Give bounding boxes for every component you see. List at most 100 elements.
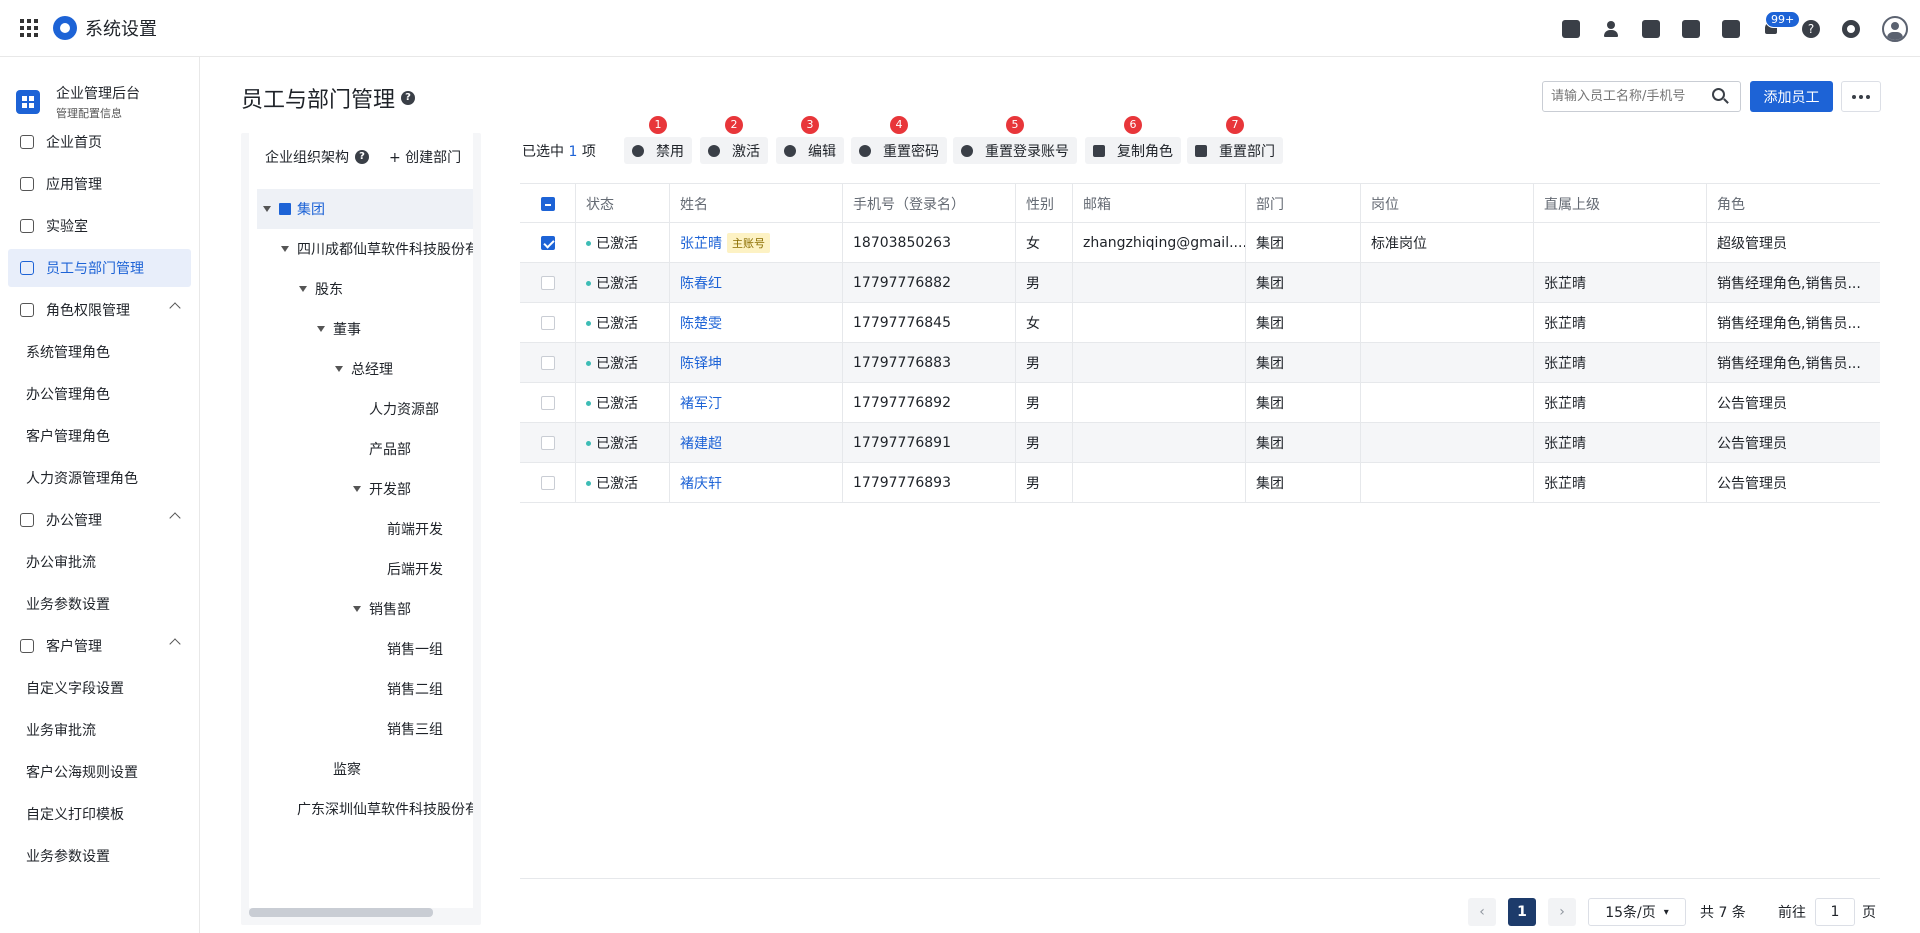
prev-page-button[interactable]: ‹ bbox=[1468, 898, 1496, 926]
column-header[interactable]: 手机号（登录名） bbox=[843, 184, 1016, 224]
page-number-current[interactable]: 1 bbox=[1508, 898, 1536, 926]
gear-icon[interactable] bbox=[1842, 19, 1860, 38]
tree-node[interactable]: 销售一组 bbox=[257, 629, 473, 669]
caret-down-icon[interactable] bbox=[353, 486, 361, 492]
caret-down-icon[interactable] bbox=[317, 326, 325, 332]
table-row[interactable]: 已激活 陈楚雯 17797776845 女 集团 张芷晴 销售经理角色,销售员... bbox=[520, 303, 1880, 343]
toolbar-button[interactable]: 重置部门 bbox=[1187, 137, 1283, 164]
more-button[interactable] bbox=[1841, 81, 1881, 112]
toolbar-button[interactable]: 禁用 bbox=[624, 137, 692, 164]
row-checkbox[interactable] bbox=[540, 236, 555, 250]
name-text[interactable]: 张芷晴 bbox=[680, 233, 722, 253]
table-row[interactable]: 已激活 张芷晴 主账号 18703850263 女 zhangzhiqing@gmail.… bbox=[520, 223, 1880, 263]
create-department-button[interactable]: + 创建部门 bbox=[389, 147, 497, 167]
cell-name[interactable]: 褚庆轩 bbox=[670, 463, 843, 503]
tree-node[interactable]: 股东 bbox=[257, 269, 473, 309]
task-icon[interactable] bbox=[1562, 19, 1580, 38]
page-size-select[interactable]: 15条/页 ▾ bbox=[1588, 898, 1686, 926]
table-row[interactable]: 已激活 褚军汀 17797776892 男 集团 张芷晴 公告管理员 bbox=[520, 383, 1880, 423]
row-checkbox[interactable] bbox=[540, 356, 555, 370]
document-icon[interactable] bbox=[1642, 19, 1660, 38]
caret-down-icon[interactable] bbox=[299, 286, 307, 292]
name-text[interactable]: 陈铎坤 bbox=[680, 353, 722, 373]
tree-node[interactable]: 开发部 bbox=[257, 469, 473, 509]
cell-name[interactable]: 陈春红 bbox=[670, 263, 843, 303]
row-checkbox[interactable] bbox=[540, 316, 555, 330]
sidebar-group[interactable]: 客户管理 bbox=[8, 627, 191, 665]
sidebar-subitem[interactable]: 办公管理角色 bbox=[8, 375, 191, 413]
name-text[interactable]: 褚军汀 bbox=[680, 393, 722, 413]
sidebar-group[interactable]: 办公管理 bbox=[8, 501, 191, 539]
select-all-checkbox[interactable] bbox=[540, 197, 555, 211]
table-row[interactable]: 已激活 褚庆轩 17797776893 男 集团 张芷晴 公告管理员 bbox=[520, 463, 1880, 503]
help-icon[interactable]: ? bbox=[355, 150, 369, 164]
column-header[interactable]: 邮箱 bbox=[1073, 184, 1246, 224]
name-text[interactable]: 陈春红 bbox=[680, 273, 722, 293]
column-header[interactable]: 部门 bbox=[1246, 184, 1361, 224]
next-page-button[interactable]: › bbox=[1548, 898, 1576, 926]
sidebar-subitem[interactable]: 系统管理角色 bbox=[8, 333, 191, 371]
tree-node[interactable]: 销售二组 bbox=[257, 669, 473, 709]
cell-name[interactable]: 褚军汀 bbox=[670, 383, 843, 423]
tree-node[interactable]: 后端开发 bbox=[257, 549, 473, 589]
search-input[interactable] bbox=[1542, 81, 1741, 112]
contacts-icon[interactable] bbox=[1602, 20, 1620, 38]
toolbar-button[interactable]: 重置密码 bbox=[851, 137, 947, 164]
table-row[interactable]: 已激活 褚建超 17797776891 男 集团 张芷晴 公告管理员 bbox=[520, 423, 1880, 463]
sidebar-subitem[interactable]: 业务审批流 bbox=[8, 711, 191, 749]
caret-down-icon[interactable] bbox=[335, 366, 343, 372]
avatar[interactable] bbox=[1882, 15, 1908, 42]
add-employee-button[interactable]: 添加员工 bbox=[1750, 81, 1833, 112]
column-header[interactable]: 状态 bbox=[576, 184, 670, 224]
name-text[interactable]: 褚庆轩 bbox=[680, 473, 722, 493]
tree-node[interactable]: 销售部 bbox=[257, 589, 473, 629]
tree-node[interactable]: 人力资源部 bbox=[257, 389, 473, 429]
row-checkbox[interactable] bbox=[540, 436, 555, 450]
column-header[interactable]: 岗位 bbox=[1361, 184, 1534, 224]
cell-name[interactable]: 张芷晴 主账号 bbox=[670, 223, 843, 263]
sidebar-subitem[interactable]: 自定义打印模板 bbox=[8, 795, 191, 833]
sidebar-subitem[interactable]: 人力资源管理角色 bbox=[8, 459, 191, 497]
tree-node[interactable]: 四川成都仙草软件科技股份有 bbox=[257, 229, 473, 269]
tree-node[interactable]: 董事 bbox=[257, 309, 473, 349]
toolbar-button[interactable]: 复制角色 bbox=[1085, 137, 1181, 164]
tree-node[interactable]: 销售三组 bbox=[257, 709, 473, 749]
sidebar-item[interactable]: 企业首页 bbox=[8, 123, 191, 161]
table-row[interactable]: 已激活 陈春红 17797776882 男 集团 张芷晴 销售经理角色,销售员... bbox=[520, 263, 1880, 303]
phone-icon[interactable] bbox=[1682, 19, 1700, 38]
goto-page-input[interactable]: 1 bbox=[1815, 898, 1855, 926]
name-text[interactable]: 褚建超 bbox=[680, 433, 722, 453]
toolbar-button[interactable]: 重置登录账号 bbox=[953, 137, 1077, 164]
tree-node[interactable]: 前端开发 bbox=[257, 509, 473, 549]
row-checkbox[interactable] bbox=[540, 476, 555, 490]
toolbar-button[interactable]: 编辑 bbox=[776, 137, 844, 164]
cell-name[interactable]: 褚建超 bbox=[670, 423, 843, 463]
sidebar-group[interactable]: 角色权限管理 bbox=[8, 291, 191, 329]
sidebar-subitem[interactable]: 客户公海规则设置 bbox=[8, 753, 191, 791]
sidebar-item[interactable]: 实验室 bbox=[8, 207, 191, 245]
sidebar-subitem[interactable]: 业务参数设置 bbox=[8, 837, 191, 875]
tree-node[interactable]: 广东深圳仙草软件科技股份有 bbox=[257, 789, 473, 829]
search-icon[interactable] bbox=[1712, 88, 1725, 101]
bell-icon[interactable]: 99+ bbox=[1762, 10, 1801, 38]
sidebar-subitem[interactable]: 自定义字段设置 bbox=[8, 669, 191, 707]
sidebar-subitem[interactable]: 客户管理角色 bbox=[8, 417, 191, 455]
help-icon[interactable]: ? bbox=[1802, 19, 1820, 38]
row-checkbox[interactable] bbox=[540, 396, 555, 410]
sidebar-subitem[interactable]: 办公审批流 bbox=[8, 543, 191, 581]
caret-down-icon[interactable] bbox=[281, 246, 289, 252]
app-grid-icon[interactable] bbox=[20, 19, 38, 37]
column-header[interactable]: 性别 bbox=[1016, 184, 1073, 224]
tree-node[interactable]: 监察 bbox=[257, 749, 473, 789]
tree-node[interactable]: 产品部 bbox=[257, 429, 473, 469]
sidebar-item[interactable]: 员工与部门管理 bbox=[8, 249, 191, 287]
column-header[interactable]: 姓名 bbox=[670, 184, 843, 224]
toolbar-button[interactable]: 激活 bbox=[700, 137, 768, 164]
help-icon[interactable]: ? bbox=[401, 91, 416, 105]
table-row[interactable]: 已激活 陈铎坤 17797776883 男 集团 张芷晴 销售经理角色,销售员... bbox=[520, 343, 1880, 383]
column-header[interactable]: 角色 bbox=[1707, 184, 1880, 224]
cell-name[interactable]: 陈楚雯 bbox=[670, 303, 843, 343]
name-text[interactable]: 陈楚雯 bbox=[680, 313, 722, 333]
sidebar-item[interactable]: 应用管理 bbox=[8, 165, 191, 203]
column-header[interactable]: 直属上级 bbox=[1534, 184, 1707, 224]
